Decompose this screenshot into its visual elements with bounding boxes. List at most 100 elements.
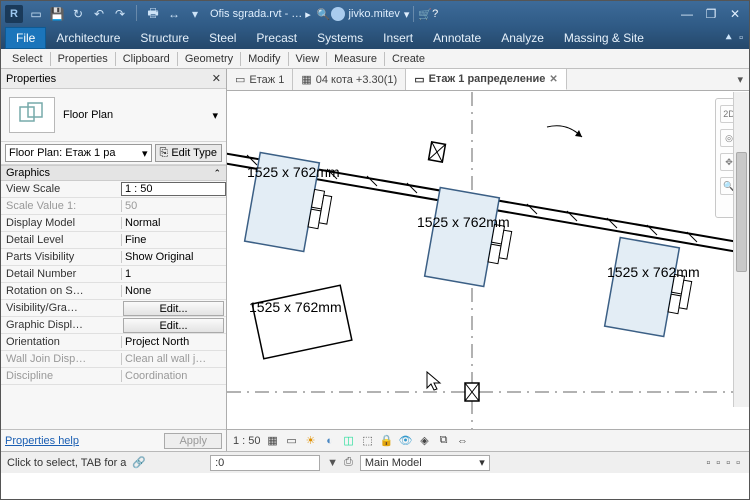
worksharing-icon[interactable]: ⧉ [437, 434, 451, 448]
prop-edit-button[interactable]: Edit... [123, 301, 224, 316]
select-pinned-icon[interactable]: ▫ [726, 457, 730, 469]
drawing-canvas[interactable]: 1525 x 762mm 1525 x 762mm 1525 x 762mm 1… [227, 91, 749, 429]
selection-count[interactable]: :0 [210, 455, 320, 471]
view-tabs-overflow-icon[interactable]: ▾ [731, 73, 749, 86]
type-selector[interactable]: Floor Plan ▾ [1, 89, 226, 142]
prop-value[interactable]: None [121, 285, 226, 297]
cart-icon[interactable]: 🛒 [418, 8, 432, 21]
status-link-icon[interactable]: 🔗 [132, 456, 146, 469]
tab-annotate[interactable]: Annotate [423, 27, 491, 49]
prop-value[interactable]: 1 [121, 268, 226, 280]
temp-hide-icon[interactable]: 👁 [399, 434, 413, 448]
prop-row-3[interactable]: Detail LevelFine [1, 232, 226, 249]
prop-edit-button[interactable]: Edit... [123, 318, 224, 333]
search-icon[interactable]: 🔍 [317, 8, 331, 21]
user-account[interactable]: jivko.mitev ▾ [331, 7, 410, 21]
prop-row-2[interactable]: Display ModelNormal [1, 215, 226, 232]
prop-value[interactable]: Show Original [121, 251, 226, 263]
lock-icon[interactable]: 🔒 [380, 434, 394, 448]
open-icon[interactable]: ▭ [27, 5, 45, 23]
ribbon-menu-icon[interactable]: ▫ [739, 32, 743, 44]
view-tab-2[interactable]: ▭Етаж 1 рапределение✕ [406, 69, 567, 90]
prop-value[interactable]: Project North [121, 336, 226, 348]
prop-row-7[interactable]: Visibility/Gra…Edit... [1, 300, 226, 317]
desk-dim-0: 1525 x 762mm [247, 164, 340, 180]
restore-button[interactable]: ❐ [701, 6, 721, 22]
tab-close-icon[interactable]: ✕ [549, 74, 557, 85]
measure-icon[interactable]: ↔ [165, 5, 183, 23]
prop-value[interactable]: Coordination [121, 370, 226, 382]
sync-icon[interactable]: ↻ [69, 5, 87, 23]
undo-icon[interactable]: ↶ [90, 5, 108, 23]
tab-insert[interactable]: Insert [373, 27, 423, 49]
tab-architecture[interactable]: Architecture [46, 27, 130, 49]
workset-dropdown[interactable]: Main Model▾ [360, 455, 490, 471]
collapse-icon: ⌃ [213, 168, 221, 179]
tab-precast[interactable]: Precast [246, 27, 307, 49]
sun-path-icon[interactable]: ☀ [304, 434, 318, 448]
ribbon-expand-icon[interactable]: ⯅ [724, 32, 733, 45]
instance-dropdown[interactable]: Floor Plan: Етаж 1 ра ▾ [5, 144, 152, 162]
print-icon[interactable]: 🖶 [144, 5, 162, 23]
drag-icon[interactable]: ▫ [736, 457, 740, 469]
prop-row-6[interactable]: Rotation on S…None [1, 283, 226, 300]
view-scale[interactable]: 1 : 50 [233, 435, 261, 447]
opt-modify[interactable]: Modify [243, 53, 285, 65]
prop-value[interactable]: Fine [121, 234, 226, 246]
close-button[interactable]: ✕ [725, 6, 745, 22]
minimize-button[interactable]: — [677, 6, 697, 22]
filter-icon[interactable]: ▼ [327, 457, 338, 469]
qat-dropdown-icon[interactable]: ▾ [186, 5, 204, 23]
prop-row-5[interactable]: Detail Number1 [1, 266, 226, 283]
prop-row-8[interactable]: Graphic Displ…Edit... [1, 317, 226, 334]
reveal-icon[interactable]: ◈ [418, 434, 432, 448]
workset-icon[interactable]: ⎙ [344, 456, 353, 469]
save-icon[interactable]: 💾 [48, 5, 66, 23]
opt-create[interactable]: Create [387, 53, 430, 65]
opt-view[interactable]: View [291, 53, 325, 65]
prop-value[interactable]: Normal [121, 217, 226, 229]
prop-row-10[interactable]: Wall Join Disp…Clean all wall j… [1, 351, 226, 368]
panel-close-icon[interactable]: ✕ [212, 72, 221, 85]
constraints-icon[interactable]: ⇔ [456, 434, 470, 448]
crop-region-icon[interactable]: ⬚ [361, 434, 375, 448]
redo-icon[interactable]: ↷ [111, 5, 129, 23]
prop-row-4[interactable]: Parts VisibilityShow Original [1, 249, 226, 266]
opt-select[interactable]: Select [7, 53, 48, 65]
properties-panel: Properties ✕ Floor Plan ▾ Floor Plan: Ет… [1, 69, 227, 451]
prop-row-9[interactable]: OrientationProject North [1, 334, 226, 351]
prop-value[interactable]: Clean all wall j… [121, 353, 226, 365]
group-graphics[interactable]: Graphics⌃ [1, 165, 226, 181]
tab-massing[interactable]: Massing & Site [554, 27, 654, 49]
opt-geometry[interactable]: Geometry [180, 53, 238, 65]
type-dropdown-icon[interactable]: ▾ [212, 109, 218, 122]
detail-level-icon[interactable]: ▦ [266, 434, 280, 448]
select-links-icon[interactable]: ▫ [706, 457, 710, 469]
prop-label: Discipline [1, 370, 121, 382]
select-underlay-icon[interactable]: ▫ [716, 457, 720, 469]
help-icon[interactable]: ? [432, 8, 438, 20]
scrollbar-vertical[interactable] [733, 92, 749, 407]
prop-row-1[interactable]: Scale Value 1:50 [1, 198, 226, 215]
prop-row-0[interactable]: View Scale1 : 50 [1, 181, 226, 198]
prop-row-11[interactable]: DisciplineCoordination [1, 368, 226, 385]
tab-systems[interactable]: Systems [307, 27, 373, 49]
view-tab-1[interactable]: ▦04 кота +3.30(1) [293, 69, 406, 90]
apply-button[interactable]: Apply [164, 433, 222, 449]
properties-help-link[interactable]: Properties help [5, 435, 79, 447]
crop-icon[interactable]: ◫ [342, 434, 356, 448]
visual-style-icon[interactable]: ▭ [285, 434, 299, 448]
view-tab-0[interactable]: ▭Етаж 1 [227, 69, 293, 90]
opt-measure[interactable]: Measure [329, 53, 382, 65]
tab-file[interactable]: File [5, 27, 46, 49]
tab-steel[interactable]: Steel [199, 27, 246, 49]
tab-structure[interactable]: Structure [130, 27, 199, 49]
prop-value[interactable]: 1 : 50 [121, 182, 226, 196]
tab-analyze[interactable]: Analyze [491, 27, 554, 49]
cursor-icon [427, 372, 440, 390]
opt-properties[interactable]: Properties [53, 53, 113, 65]
edit-type-button[interactable]: ⎘ Edit Type [155, 144, 222, 162]
shadows-icon[interactable]: ◐ [323, 434, 337, 448]
opt-clipboard[interactable]: Clipboard [118, 53, 175, 65]
prop-value[interactable]: 50 [121, 200, 226, 212]
